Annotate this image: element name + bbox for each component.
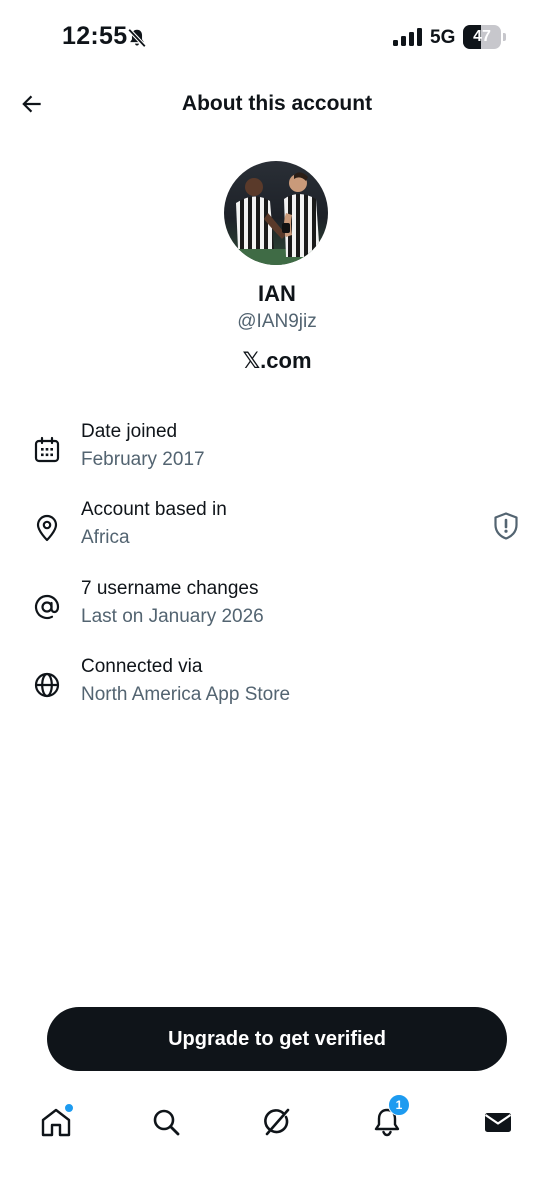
info-row-account-based-in: Account based in Africa: [0, 499, 554, 563]
bell-muted-icon: [127, 28, 147, 48]
info-label: 7 username changes: [81, 578, 259, 599]
bottom-nav: 1: [0, 1090, 554, 1160]
mail-icon: [484, 1113, 512, 1132]
location-pin-icon: [36, 514, 58, 542]
info-value: February 2017: [81, 449, 205, 470]
username: @IAN9jiz: [237, 311, 317, 332]
calendar-icon: [34, 436, 60, 463]
info-value: Last on January 2026: [81, 606, 264, 627]
status-time: 12:55: [62, 22, 128, 50]
info-value: North America App Store: [81, 684, 291, 705]
grok-icon: [264, 1108, 290, 1136]
display-name: IAN: [258, 281, 296, 306]
battery-icon: 47: [463, 25, 509, 49]
nav-notifications[interactable]: 1: [369, 1094, 410, 1140]
header: About this account: [0, 76, 554, 134]
at-sign-icon: [34, 594, 60, 620]
network-type: 5G: [430, 27, 456, 48]
nav-home[interactable]: [38, 1103, 74, 1140]
page-title: About this account: [181, 92, 373, 115]
info-label: Connected via: [81, 656, 203, 677]
info-label: Date joined: [81, 421, 178, 442]
site-link: 𝕏.com: [242, 348, 312, 373]
notification-badge: 1: [388, 1094, 410, 1116]
notification-dot: [64, 1103, 74, 1113]
nav-messages[interactable]: [480, 1104, 516, 1140]
info-row-username-changes: 7 username changes Last on January 2026: [0, 578, 554, 642]
battery-level: 47: [473, 28, 491, 45]
globe-icon: [34, 672, 60, 698]
status-bar: 12:55 5G 47: [0, 0, 554, 76]
shield-alert-icon[interactable]: [492, 511, 520, 541]
nav-search[interactable]: [148, 1104, 184, 1140]
nav-grok[interactable]: [259, 1104, 295, 1140]
info-label: Account based in: [81, 499, 227, 520]
avatar[interactable]: [224, 161, 328, 265]
search-icon: [153, 1109, 180, 1136]
signal-icon: [393, 28, 422, 46]
upgrade-verified-button[interactable]: Upgrade to get verified: [47, 1007, 507, 1071]
info-row-date-joined: Date joined February 2017: [0, 421, 554, 485]
info-row-connected-via: Connected via North America App Store: [0, 656, 554, 720]
info-value: Africa: [81, 527, 130, 548]
